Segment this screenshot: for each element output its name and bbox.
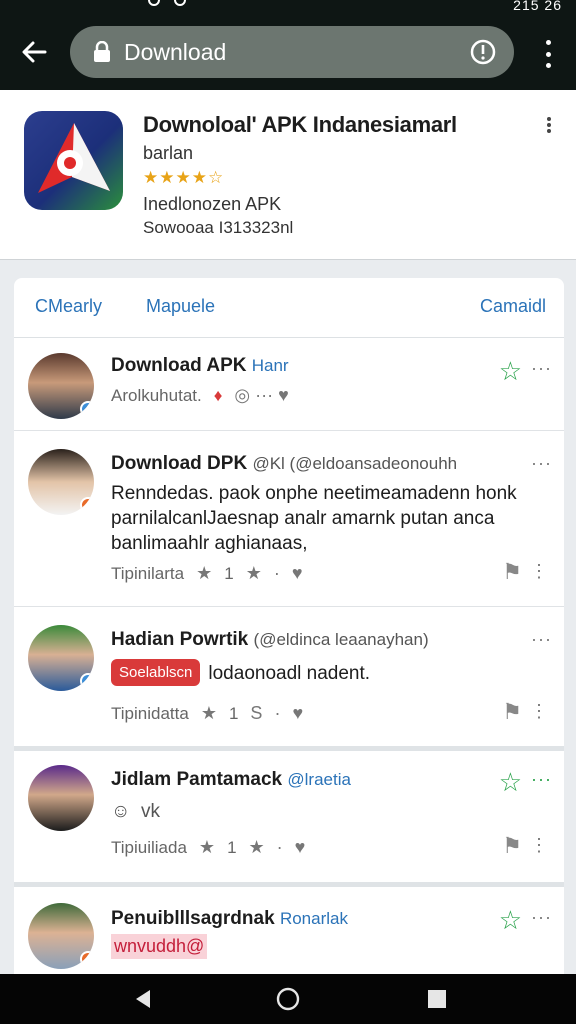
post-meta: Tipinilarta ★ 1 ★ · ♥ [111,563,303,584]
tab-mearly[interactable]: CΜearly [35,296,102,317]
arrow-left-icon [22,41,47,63]
heart-icon[interactable]: ♥ [292,563,303,584]
star-icon[interactable]: ★ [196,563,212,584]
notification-icons [148,0,200,9]
list-item[interactable]: Jidlam Pamtamack @lraetia ☺ vk Tipiuilia… [14,751,564,887]
feed-tabs: CΜearly Mapuele Camaidl [14,278,564,338]
more-vertical-icon[interactable]: ⋮ [530,701,548,722]
url-bar[interactable]: Download [70,26,514,78]
star-icon[interactable]: ★ [201,703,217,724]
app-title: Downoloаl' APK Indanesiamarl [143,112,457,137]
avatar[interactable] [28,625,94,691]
status-time: 215 26 [513,0,562,13]
avatar[interactable] [28,903,94,969]
avatar[interactable] [28,449,94,515]
post-more-icon[interactable]: ··· [531,453,552,474]
verified-badge-icon [80,401,94,417]
post-more-icon[interactable]: ··· [531,358,552,379]
app-downloads: Sowooaa I313323nl [143,218,294,237]
star-icon[interactable]: ★ [246,563,262,584]
post-more-icon[interactable]: ··· [531,769,552,790]
nav-back-icon[interactable] [131,987,155,1011]
list-item[interactable]: Penuiblllsagrdnak Ronarlak wnvuddh@ ☆ ··… [14,887,564,978]
list-item[interactable]: Hadian Powrtik (@eldinca leaanayhan) Soe… [14,607,564,751]
url-text: Download [124,38,227,65]
app-logo-icon [38,123,110,193]
post-body: Renndedas. paok onphe neetimeamadenn hon… [111,483,517,554]
lock-icon [94,41,110,62]
post-meta: Tipinidatta ★ 1 S · ♥ [111,703,304,724]
post-body: ☺ vk [111,801,160,822]
app-icon[interactable] [24,111,123,210]
post-body: wnvuddh@ [111,934,531,959]
avatar[interactable] [28,353,94,419]
post-author: Jidlam Pamtamack @lraetia [111,769,351,790]
more-vertical-icon[interactable]: ⋮ [530,835,548,856]
nav-recents-icon[interactable] [425,987,449,1011]
post-more-icon[interactable]: ··· [531,629,552,650]
more-vertical-icon[interactable]: ⋮ [530,561,548,582]
list-item[interactable]: Download APK Hanr Arolkuhutat. ♦ ◎ ··· ♥… [14,338,564,431]
bookmark-icon[interactable]: ⚑ [502,559,522,585]
browser-toolbar: Download [0,14,576,90]
post-tag[interactable]: Soelablscn [111,659,201,686]
post-more-icon[interactable]: ··· [531,907,552,928]
app-category: Inedlonozen APK [143,194,282,214]
post-author: Download APK Hanr [111,355,289,376]
list-item[interactable]: Download DPK @Kl (@eldoansadeonouhh Renn… [14,431,564,607]
star-outline-icon[interactable]: ☆ [499,905,522,936]
app-card: Downoloаl' APK Indanesiamarl barlan ★★★★… [0,90,576,260]
post-author: Hadian Powrtik (@eldinca leaanayhan) [111,629,429,650]
comment-feed: CΜearly Mapuele Camaidl Download APK Han… [14,278,564,978]
nav-home-icon[interactable] [276,987,300,1011]
back-button[interactable] [18,36,50,68]
avatar[interactable] [28,765,94,831]
post-body: Soelablscn lodaonoadl nadent. [111,659,531,686]
bookmark-icon[interactable]: ⚑ [502,699,522,725]
post-meta: Arolkuhutat. ♦ ◎ ··· ♥ [111,385,289,405]
rating-stars: ★★★★☆ [143,168,225,187]
status-badge-icon [80,497,94,513]
heart-icon[interactable]: ♥ [292,703,303,724]
star-outline-icon[interactable]: ☆ [499,767,522,798]
post-author: Download DPK @Kl (@eldoansadeonouhh [111,453,458,474]
browser-menu-button[interactable] [540,40,556,68]
system-nav-bar [0,974,576,1024]
bookmark-icon[interactable]: ⚑ [502,833,522,859]
status-bar: 215 26 [0,0,576,14]
fire-emoji-icon: ♦ [213,385,223,405]
star-icon[interactable]: ★ [199,837,215,858]
heart-icon[interactable]: ♥ [295,837,306,858]
app-more-button[interactable] [546,117,552,133]
star-outline-icon[interactable]: ☆ [499,356,522,387]
post-author: Penuiblllsagrdnak Ronarlak [111,908,348,929]
app-developer: barlan [143,143,194,163]
post-meta: Tipiuiliada ★ 1 ★ · ♥ [111,837,306,858]
verified-badge-icon [80,673,94,689]
tab-mapuele[interactable]: Mapuele [146,296,215,317]
tab-camaidl[interactable]: Camaidl [480,296,546,317]
star-icon[interactable]: ★ [249,837,265,858]
info-icon[interactable] [470,39,496,65]
status-badge-icon [80,951,94,967]
